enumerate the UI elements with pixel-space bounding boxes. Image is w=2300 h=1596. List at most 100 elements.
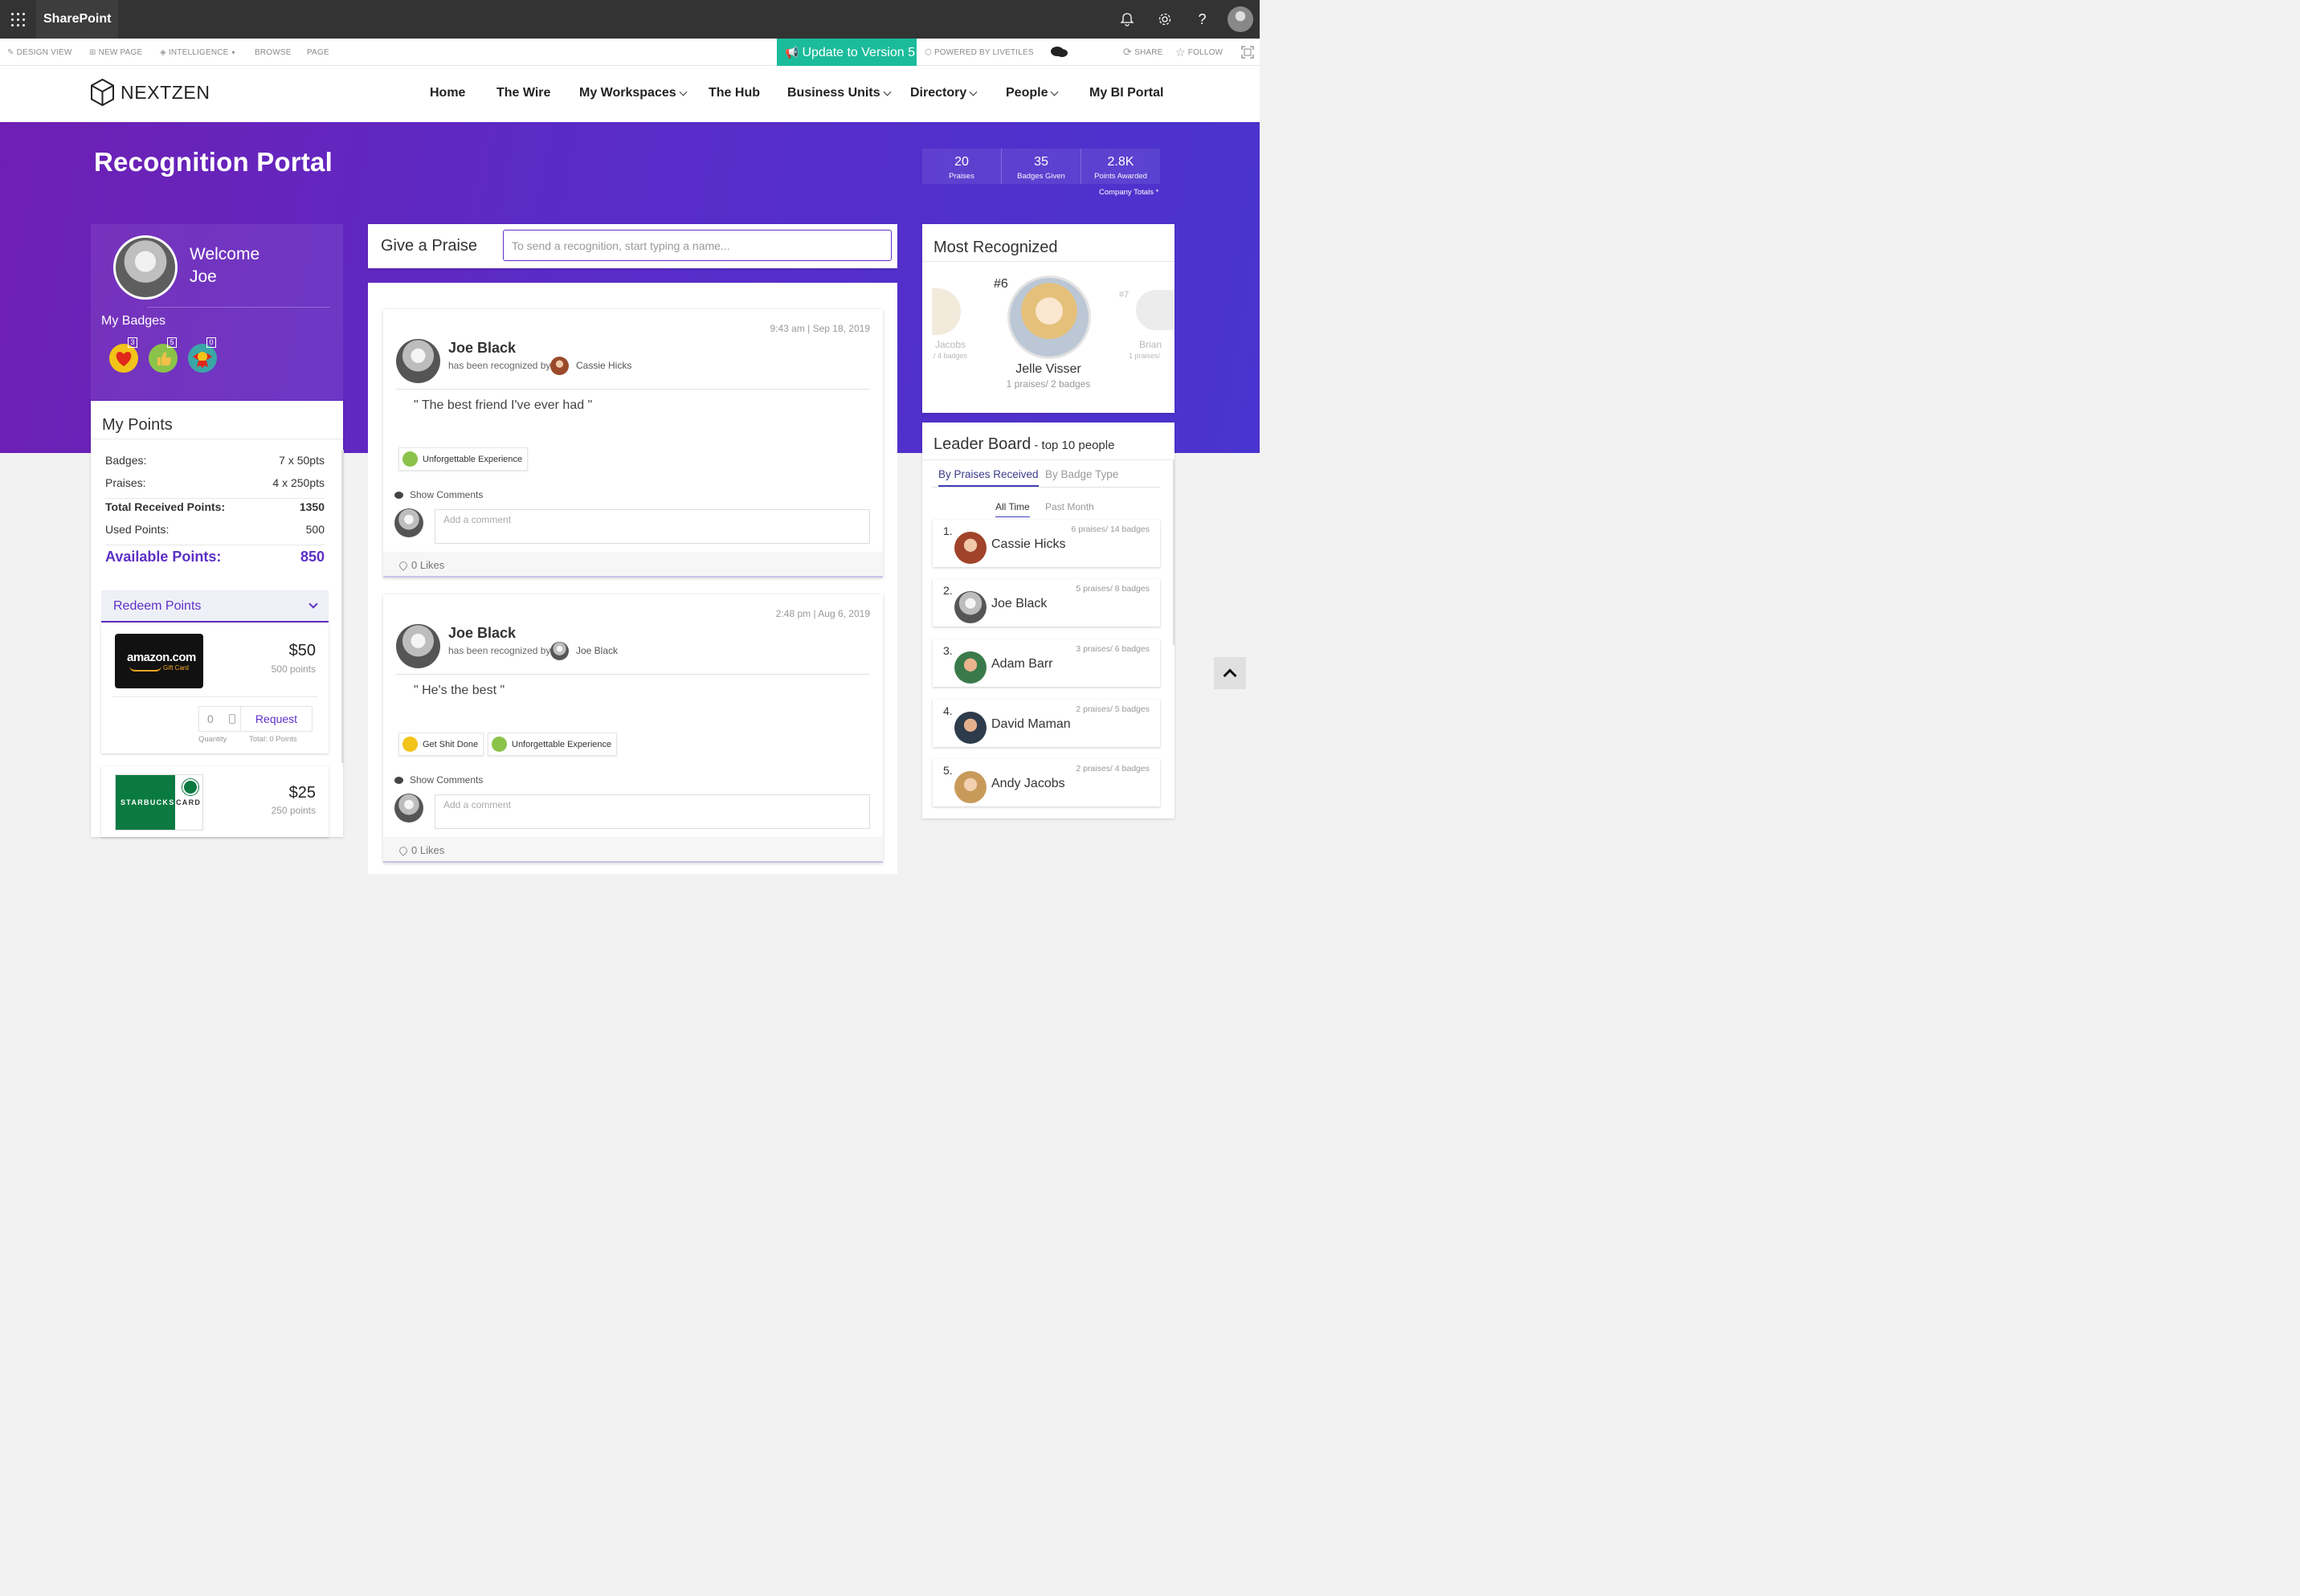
nav-directory[interactable]: Directory	[910, 84, 978, 103]
nav-the-wire[interactable]: The Wire	[496, 84, 550, 103]
subtab-all-time[interactable]: All Time	[995, 501, 1030, 517]
total-label: Badges Given	[1017, 172, 1065, 181]
post-badge[interactable]: Get Shit Done	[398, 733, 484, 756]
suite-brand[interactable]: SharePoint	[36, 0, 119, 39]
available-points: Available Points: 850	[105, 549, 325, 565]
new-page-label: NEW PAGE	[98, 47, 143, 57]
nav-business-units[interactable]: Business Units	[787, 84, 892, 103]
subtab-past-month[interactable]: Past Month	[1045, 501, 1094, 512]
nav-the-hub[interactable]: The Hub	[709, 84, 760, 103]
redeem-points-accordion[interactable]: Redeem Points	[101, 590, 329, 622]
design-view-button[interactable]: ✎ DESIGN VIEW	[7, 39, 71, 66]
post-badge[interactable]: Unforgettable Experience	[488, 733, 618, 756]
divider	[105, 498, 325, 499]
recognized-name[interactable]: Jelle Visser	[922, 362, 1175, 377]
comment-icon	[394, 776, 403, 784]
avatar[interactable]	[396, 624, 440, 668]
quantity-stepper[interactable]: 0	[199, 707, 241, 731]
post-recognizer-name[interactable]: Joe Black	[576, 645, 618, 656]
carousel-name: Brian	[1139, 339, 1162, 350]
powered-by-link[interactable]: ⬡ POWERED BY LIVETILES	[925, 39, 1034, 66]
like-button[interactable]: 0 Likes	[398, 559, 444, 571]
new-page-button[interactable]: ⊞ NEW PAGE	[89, 39, 142, 66]
help-icon[interactable]: ?	[1183, 0, 1221, 39]
nav-home[interactable]: Home	[430, 84, 465, 103]
entry-name: Cassie Hicks	[991, 537, 1066, 551]
like-button[interactable]: 0 Likes	[398, 844, 444, 856]
share-label: SHARE	[1134, 47, 1163, 57]
award-ribbon-badge-icon[interactable]	[188, 344, 217, 373]
update-version-button[interactable]: 📢 Update to Version 5	[777, 39, 917, 67]
heart-badge-icon[interactable]	[109, 344, 138, 373]
bell-icon[interactable]	[1108, 0, 1146, 39]
avatar[interactable]	[1136, 290, 1175, 330]
tab-by-badge-type[interactable]: By Badge Type	[1045, 468, 1118, 480]
avatar[interactable]	[932, 288, 961, 335]
give-praise-bar: Give a Praise To send a recognition, sta…	[368, 224, 897, 268]
praise-feed: 9:43 am | Sep 18, 2019 Joe Black has bee…	[368, 283, 897, 874]
site-logo[interactable]: NEXTZEN	[90, 78, 210, 107]
nav-my-workspaces[interactable]: My Workspaces	[579, 84, 688, 103]
post-recipient-name[interactable]: Joe Black	[448, 340, 516, 357]
divider	[932, 487, 1160, 488]
cube-logo-icon	[91, 78, 114, 107]
follow-button[interactable]: ☆ FOLLOW	[1175, 39, 1223, 66]
app-launcher-icon[interactable]	[0, 0, 36, 39]
badge-count: 5	[167, 337, 177, 348]
post-recognizer-name[interactable]: Cassie Hicks	[576, 360, 631, 371]
request-button[interactable]: Request	[241, 707, 312, 731]
post-badge[interactable]: Unforgettable Experience	[398, 447, 529, 471]
leaderboard-entry[interactable]: 5. 2 praises/ 4 badges Andy Jacobs	[933, 759, 1160, 806]
page: SharePoint ? ✎ DESIGN VIEW ⊞ NEW PAGE ◈ INT…	[0, 0, 1260, 874]
user-avatar[interactable]	[1221, 0, 1260, 39]
spinner-icon[interactable]	[229, 714, 235, 724]
card-title: Most Recognized	[933, 239, 1058, 256]
starbucks-gift-card-image: STARBUCKS CARD	[115, 774, 203, 831]
chevron-up-icon	[1223, 668, 1237, 683]
heart-outline-icon	[398, 559, 409, 571]
row-label: Total Received Points:	[105, 500, 226, 513]
total-praises: 20 Praises	[922, 149, 1002, 184]
praise-post: 2:48 pm | Aug 6, 2019 Joe Black has been…	[383, 594, 883, 863]
show-comments-link[interactable]: Show Comments	[394, 489, 483, 500]
row-label: Badges:	[105, 454, 147, 467]
tab-by-praises-received[interactable]: By Praises Received	[938, 468, 1039, 487]
nav-people[interactable]: People	[1006, 84, 1059, 103]
post-message: " The best friend I've ever had "	[414, 398, 593, 412]
logo-text: NEXTZEN	[121, 81, 210, 103]
leaderboard-entry[interactable]: 3. 3 praises/ 6 badges Adam Barr	[933, 639, 1160, 687]
avatar[interactable]	[550, 642, 569, 660]
comment-icon	[394, 491, 403, 499]
scrollbar[interactable]	[341, 450, 344, 763]
post-recipient-name[interactable]: Joe Black	[448, 625, 516, 642]
scroll-to-top-button[interactable]	[1214, 657, 1246, 689]
chevron-down-icon	[679, 88, 688, 96]
comment-input[interactable]: Add a comment	[435, 794, 870, 829]
intelligence-menu[interactable]: ◈ INTELLIGENCE ▾	[160, 39, 235, 66]
show-comments-link[interactable]: Show Comments	[394, 774, 483, 786]
avatar	[1228, 6, 1253, 32]
avatar[interactable]	[550, 357, 569, 375]
top-navigation: NEXTZEN Home The Wire My Workspaces The …	[0, 66, 1260, 122]
entry-stat: 2 praises/ 5 badges	[1076, 704, 1150, 714]
page-tab[interactable]: PAGE	[307, 39, 329, 66]
total-label: Total: 0 Points	[249, 735, 297, 744]
praise-search-input[interactable]: To send a recognition, start typing a na…	[503, 230, 892, 261]
leaderboard-entry[interactable]: 1. 6 praises/ 14 badges Cassie Hicks	[933, 520, 1160, 567]
nav-my-bi-portal[interactable]: My BI Portal	[1089, 84, 1163, 103]
avatar[interactable]	[396, 339, 440, 383]
browse-tab[interactable]: BROWSE	[255, 39, 292, 66]
gear-icon[interactable]	[1146, 0, 1183, 39]
comment-input[interactable]: Add a comment	[435, 509, 870, 544]
entry-stat: 2 praises/ 4 badges	[1076, 764, 1150, 774]
chat-icon[interactable]	[1050, 39, 1069, 66]
share-button[interactable]: ⟳ SHARE	[1123, 39, 1163, 66]
badge-label: Get Shit Done	[423, 739, 479, 749]
points-row-total: Total Received Points: 1350	[105, 500, 325, 513]
leaderboard-entry[interactable]: 2. 5 praises/ 8 badges Joe Black	[933, 579, 1160, 627]
leaderboard-entry[interactable]: 4. 2 praises/ 5 badges David Maman	[933, 700, 1160, 747]
scrollbar[interactable]	[1173, 460, 1175, 645]
focus-mode-icon[interactable]	[1241, 39, 1254, 66]
thumbs-up-badge-icon[interactable]	[149, 344, 178, 373]
avatar[interactable]	[1007, 276, 1091, 359]
